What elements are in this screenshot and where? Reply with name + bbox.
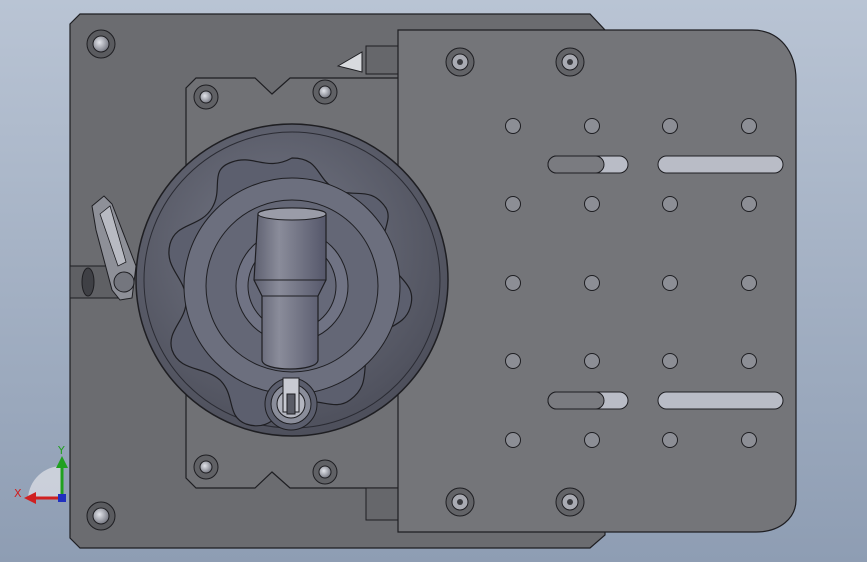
cad-viewport[interactable]: Y X bbox=[0, 0, 867, 562]
grid-hole bbox=[662, 353, 678, 369]
upper-bracket bbox=[365, 45, 401, 75]
grid-hole bbox=[505, 432, 521, 448]
grid-hole bbox=[584, 275, 600, 291]
grid-hole bbox=[584, 118, 600, 134]
grid-hole bbox=[741, 196, 757, 212]
grid-hole bbox=[741, 275, 757, 291]
grid-hole bbox=[662, 432, 678, 448]
grid-hole bbox=[505, 196, 521, 212]
triad-y-label: Y bbox=[57, 444, 65, 457]
grid-hole bbox=[584, 432, 600, 448]
grid-hole bbox=[505, 118, 521, 134]
grid-hole bbox=[505, 275, 521, 291]
grid-hole bbox=[662, 196, 678, 212]
lower-bracket bbox=[365, 487, 401, 521]
triad-x-label: X bbox=[14, 487, 22, 500]
lock-key[interactable] bbox=[264, 377, 318, 431]
grid-hole bbox=[584, 353, 600, 369]
grid-hole bbox=[741, 118, 757, 134]
grid-hole bbox=[662, 118, 678, 134]
grid-hole bbox=[741, 353, 757, 369]
grid-hole bbox=[741, 432, 757, 448]
grid-hole bbox=[662, 275, 678, 291]
grid-hole bbox=[505, 353, 521, 369]
knob-handle[interactable] bbox=[253, 207, 327, 370]
slot-upper-right bbox=[657, 155, 784, 174]
slot-lower-right bbox=[657, 391, 784, 410]
grid-hole bbox=[584, 196, 600, 212]
